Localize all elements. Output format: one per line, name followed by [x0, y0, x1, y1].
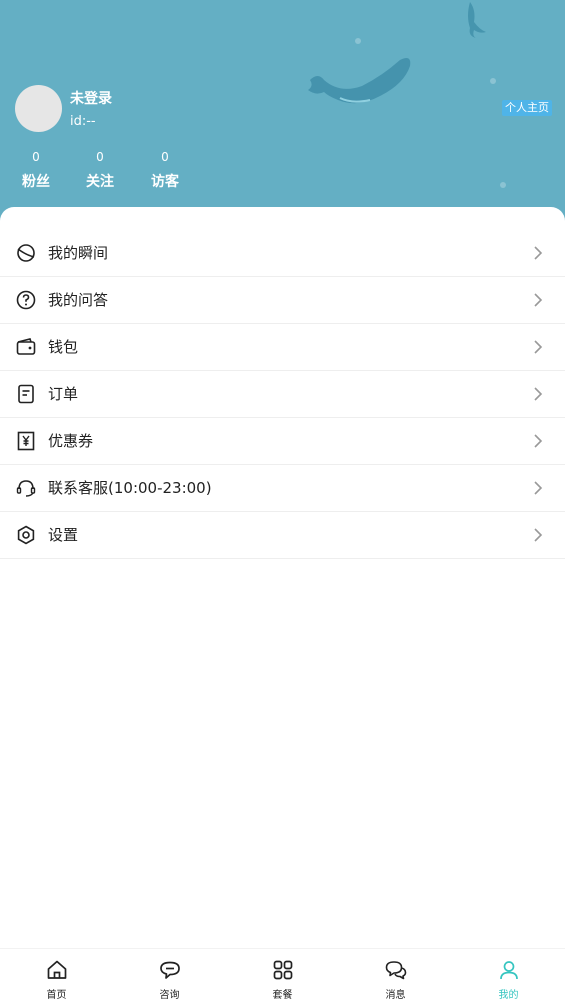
- home-icon: [47, 960, 67, 979]
- avatar[interactable]: [15, 85, 62, 132]
- stat-visitors-value: 0: [161, 150, 169, 164]
- whale-decoration-icon: [308, 58, 411, 104]
- menu-item-label: 订单: [48, 385, 79, 403]
- tab-label: 我的: [498, 990, 519, 1001]
- stat-following[interactable]: 0 关注: [75, 149, 125, 191]
- bottom-tab-bar: 首页 咨询 套餐 消息 我的: [0, 948, 565, 1004]
- tab-label: 咨询: [159, 990, 180, 1001]
- menu-item-orders[interactable]: 订单: [0, 371, 565, 418]
- stat-visitors[interactable]: 0 访客: [140, 149, 190, 191]
- stat-following-label: 关注: [86, 174, 114, 190]
- stat-visitors-label: 访客: [151, 174, 179, 190]
- stat-fans-value: 0: [32, 150, 40, 164]
- coupon-icon: [17, 431, 35, 451]
- tab-messages[interactable]: 消息: [339, 949, 452, 1004]
- chevron-right-icon: [534, 528, 543, 542]
- wallet-icon: [16, 338, 36, 355]
- profile-header: 未登录 id:-- 个人主页 0 粉丝 0 关注 0 访客: [0, 0, 565, 230]
- tab-label: 套餐: [272, 990, 293, 1001]
- stat-fans[interactable]: 0 粉丝: [11, 149, 61, 191]
- tab-consult[interactable]: 咨询: [113, 949, 226, 1004]
- question-icon: [16, 290, 36, 310]
- tab-label: 首页: [46, 990, 67, 1001]
- menu-item-label: 设置: [48, 526, 79, 544]
- chevron-right-icon: [534, 434, 543, 448]
- tab-label: 消息: [385, 990, 406, 1001]
- menu-item-label: 优惠券: [48, 432, 94, 450]
- order-icon: [18, 384, 34, 404]
- tab-mine[interactable]: 我的: [452, 949, 565, 1004]
- tab-home[interactable]: 首页: [0, 949, 113, 1004]
- menu-item-qa[interactable]: 我的问答: [0, 277, 565, 324]
- chevron-right-icon: [534, 387, 543, 401]
- grid-icon: [273, 960, 293, 980]
- menu-item-customer-service[interactable]: 联系客服(10:00-23:00): [0, 465, 565, 512]
- menu-item-label: 联系客服(10:00-23:00): [48, 479, 212, 497]
- user-id: id:--: [70, 114, 96, 129]
- moments-icon: [17, 244, 35, 262]
- stat-following-value: 0: [96, 150, 104, 164]
- headset-icon: [16, 480, 36, 497]
- menu-item-label: 钱包: [48, 338, 79, 356]
- tab-packages[interactable]: 套餐: [226, 949, 339, 1004]
- personal-homepage-button[interactable]: 个人主页: [502, 100, 552, 116]
- menu-item-moments[interactable]: 我的瞬间: [0, 230, 565, 277]
- small-whale-decoration-icon: [468, 2, 486, 38]
- menu-list: 我的瞬间 我的问答 钱包 订单 优惠券 联系客服(10:00-23:00) 设置: [0, 207, 565, 559]
- chevron-right-icon: [534, 293, 543, 307]
- chevron-right-icon: [534, 481, 543, 495]
- settings-icon: [17, 525, 35, 545]
- messages-icon: [385, 961, 407, 980]
- chevron-right-icon: [534, 246, 543, 260]
- chat-icon: [160, 961, 180, 979]
- menu-item-label: 我的瞬间: [48, 244, 109, 262]
- menu-item-label: 我的问答: [48, 291, 109, 309]
- menu-item-coupons[interactable]: 优惠券: [0, 418, 565, 465]
- menu-item-settings[interactable]: 设置: [0, 512, 565, 559]
- menu-item-wallet[interactable]: 钱包: [0, 324, 565, 371]
- chevron-right-icon: [534, 340, 543, 354]
- user-icon: [500, 961, 518, 980]
- stat-fans-label: 粉丝: [22, 174, 50, 190]
- username: 未登录: [70, 91, 112, 107]
